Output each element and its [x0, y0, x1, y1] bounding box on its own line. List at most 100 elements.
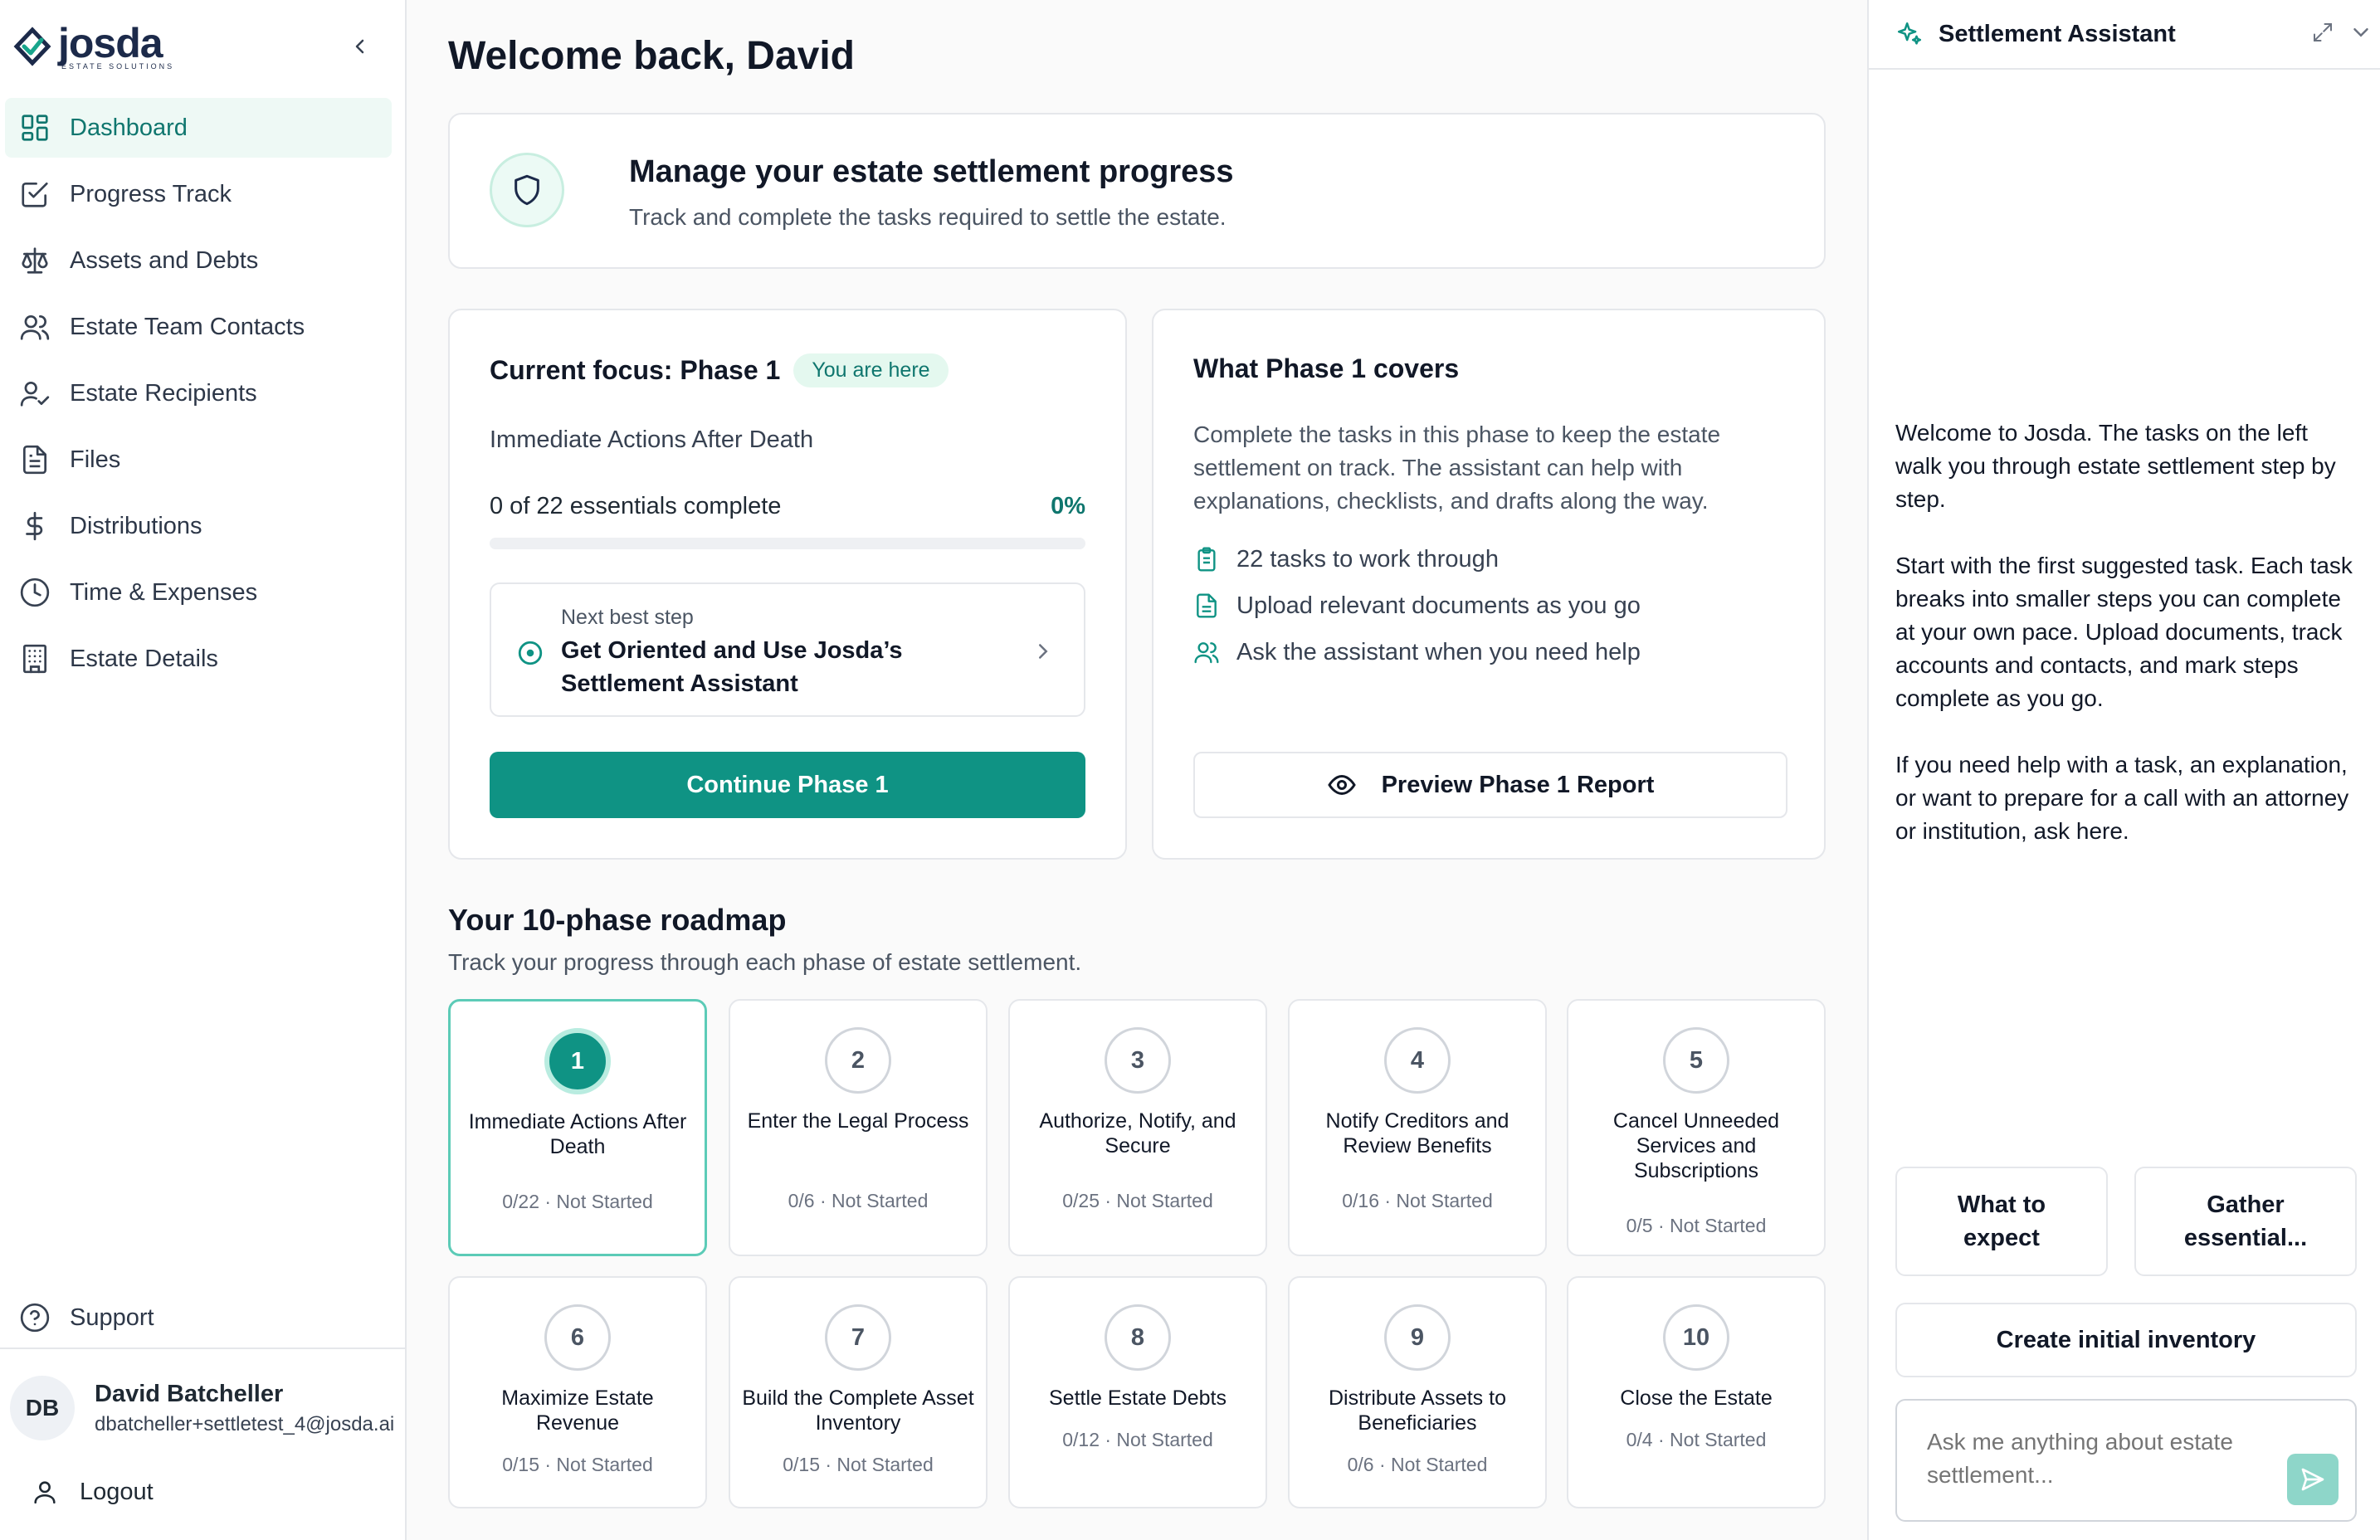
covers-title: What Phase 1 covers [1193, 353, 1460, 383]
phase-number: 7 [825, 1304, 891, 1371]
assistant-message-paragraph: Welcome to Josda. The tasks on the left … [1895, 420, 2336, 512]
next-best-step[interactable]: Next best step Get Oriented and Use Josd… [490, 582, 1085, 717]
banner-title: Manage your estate settlement progress [629, 154, 1234, 189]
phase-status: 0/12 · Not Started [1062, 1429, 1213, 1450]
main-content: Welcome back, David Manage your estate s… [408, 0, 1867, 1540]
phase-status: 0/25 · Not Started [1062, 1190, 1213, 1211]
sidebar-item-assets-and-debts[interactable]: Assets and Debts [5, 231, 392, 290]
sidebar-item-label: Dashboard [70, 114, 188, 141]
phase-name: Build the Complete Asset Inventory [742, 1386, 974, 1435]
current-focus-card: Current focus: Phase 1 You are here Imme… [448, 309, 1127, 860]
sidebar-item-files[interactable]: Files [5, 430, 392, 490]
sidebar-item-distributions[interactable]: Distributions [5, 496, 392, 556]
phase-status: 0/22 · Not Started [502, 1191, 653, 1212]
sidebar: josda ESTATE SOLUTIONS Dashboard Progres… [0, 0, 407, 1540]
focus-title: Current focus: Phase 1 You are here [490, 353, 949, 387]
josda-logo-icon [13, 27, 51, 66]
phase-status: 0/6 · Not Started [788, 1190, 929, 1211]
sidebar-item-progress-track[interactable]: Progress Track [5, 164, 392, 224]
status-badge: You are here [793, 353, 949, 387]
preview-report-label: Preview Phase 1 Report [1381, 771, 1655, 798]
covers-item-text: 22 tasks to work through [1236, 545, 1499, 573]
logout-button[interactable]: Logout [5, 1462, 154, 1522]
phase-card-3[interactable]: 3 Authorize, Notify, and Secure 0/25 · N… [1008, 999, 1267, 1256]
sidebar-item-label: Estate Details [70, 645, 218, 672]
covers-list: 22 tasks to work through Upload relevant… [1193, 536, 1791, 675]
user-name: David Batcheller [95, 1380, 284, 1407]
phase-card-1[interactable]: 1 Immediate Actions After Death 0/22 · N… [448, 999, 707, 1256]
roadmap-title: Your 10-phase roadmap [448, 903, 787, 937]
phase-card-9[interactable]: 9 Distribute Assets to Beneficiaries 0/6… [1288, 1276, 1547, 1508]
brand-logo[interactable]: josda ESTATE SOLUTIONS [12, 20, 393, 75]
suggestion-chip-create-inventory[interactable]: Create initial inventory [1895, 1303, 2357, 1377]
sidebar-item-label: Time & Expenses [70, 578, 258, 606]
phase-card-8[interactable]: 8 Settle Estate Debts 0/12 · Not Started [1008, 1276, 1267, 1508]
phase-card-2[interactable]: 2 Enter the Legal Process 0/6 · Not Star… [729, 999, 988, 1256]
phase-card-5[interactable]: 5 Cancel Unneeded Services and Subscript… [1567, 999, 1826, 1256]
sidebar-item-dashboard[interactable]: Dashboard [5, 98, 392, 158]
list-item: Ask the assistant when you need help [1193, 629, 1791, 675]
list-item: 22 tasks to work through [1193, 536, 1791, 582]
banner-subtitle: Track and complete the tasks required to… [629, 204, 1227, 230]
users-icon [1194, 642, 1219, 664]
phase-number: 10 [1663, 1304, 1729, 1371]
suggestion-chip-gather-essentials[interactable]: Gather essential... [2134, 1167, 2357, 1276]
dashboard-grid-icon [18, 111, 51, 144]
sidebar-item-time-expenses[interactable]: Time & Expenses [5, 563, 392, 622]
chevron-right-icon [1039, 644, 1048, 659]
phase-name: Enter the Legal Process [747, 1109, 969, 1133]
dollar-icon [18, 509, 51, 543]
sidebar-item-estate-team-contacts[interactable]: Estate Team Contacts [5, 297, 392, 357]
phase-status: 0/4 · Not Started [1626, 1429, 1767, 1450]
users-icon [18, 310, 51, 344]
phase-status: 0/5 · Not Started [1626, 1215, 1767, 1236]
preview-report-button[interactable]: Preview Phase 1 Report [1193, 752, 1787, 818]
help-circle-icon [18, 1301, 51, 1334]
phase-number: 1 [544, 1028, 611, 1094]
progress-percent: 0% [1051, 493, 1085, 519]
eye-icon [1327, 774, 1356, 796]
sidebar-item-label: Estate Recipients [70, 379, 257, 407]
send-button[interactable] [2287, 1454, 2339, 1505]
focus-title-text: Current focus: Phase 1 [490, 355, 781, 385]
sidebar-item-support[interactable]: Support [5, 1288, 392, 1348]
phase-number: 9 [1384, 1304, 1451, 1371]
sparkle-icon [1897, 22, 1922, 45]
phase-card-4[interactable]: 4 Notify Creditors and Review Benefits 0… [1288, 999, 1547, 1256]
list-item: Upload relevant documents as you go [1193, 582, 1791, 629]
sidebar-item-estate-details[interactable]: Estate Details [5, 629, 392, 689]
suggestion-chip-what-to-expect[interactable]: What to expect [1895, 1167, 2108, 1276]
continue-phase-button[interactable]: Continue Phase 1 [490, 752, 1085, 818]
phase-number: 6 [544, 1304, 611, 1371]
sidebar-item-label: Distributions [70, 512, 202, 539]
sidebar-item-estate-recipients[interactable]: Estate Recipients [5, 363, 392, 423]
page-title: Welcome back, David [448, 34, 855, 78]
phase-card-6[interactable]: 6 Maximize Estate Revenue 0/15 · Not Sta… [448, 1276, 707, 1508]
avatar: DB [10, 1376, 75, 1440]
user-profile[interactable]: DB David Batcheller dbatcheller+settlete… [10, 1371, 400, 1445]
next-step-label: Next best step [561, 606, 694, 629]
covers-item-text: Upload relevant documents as you go [1236, 592, 1641, 619]
phase-name: Notify Creditors and Review Benefits [1325, 1109, 1509, 1157]
assistant-input-box [1895, 1399, 2357, 1522]
phase-number: 3 [1105, 1027, 1171, 1094]
sidebar-divider [0, 1348, 407, 1349]
phase-name: Immediate Actions After Death [468, 1110, 687, 1158]
collapse-sidebar-button[interactable] [344, 30, 377, 63]
settlement-assistant-panel: Settlement Assistant Welcome to Josda. T… [1867, 0, 2380, 1540]
chevron-down-icon[interactable] [2348, 20, 2373, 45]
phase-name: Maximize Estate Revenue [501, 1386, 654, 1435]
phase-status: 0/15 · Not Started [783, 1454, 934, 1475]
assistant-chat-input[interactable] [1927, 1425, 2275, 1500]
phase-card-7[interactable]: 7 Build the Complete Asset Inventory 0/1… [729, 1276, 988, 1508]
focus-phase-name: Immediate Actions After Death [490, 426, 814, 453]
sidebar-nav: Dashboard Progress Track Assets and Debt… [0, 98, 407, 695]
shield-icon [490, 153, 564, 227]
phase-status: 0/16 · Not Started [1342, 1190, 1493, 1211]
phase-card-10[interactable]: 10 Close the Estate 0/4 · Not Started [1567, 1276, 1826, 1508]
sidebar-item-label: Assets and Debts [70, 246, 259, 274]
expand-icon[interactable] [2310, 20, 2335, 45]
phase-status: 0/15 · Not Started [502, 1454, 653, 1475]
essentials-count: 0 of 22 essentials complete [490, 493, 782, 519]
support-label: Support [70, 1304, 154, 1331]
